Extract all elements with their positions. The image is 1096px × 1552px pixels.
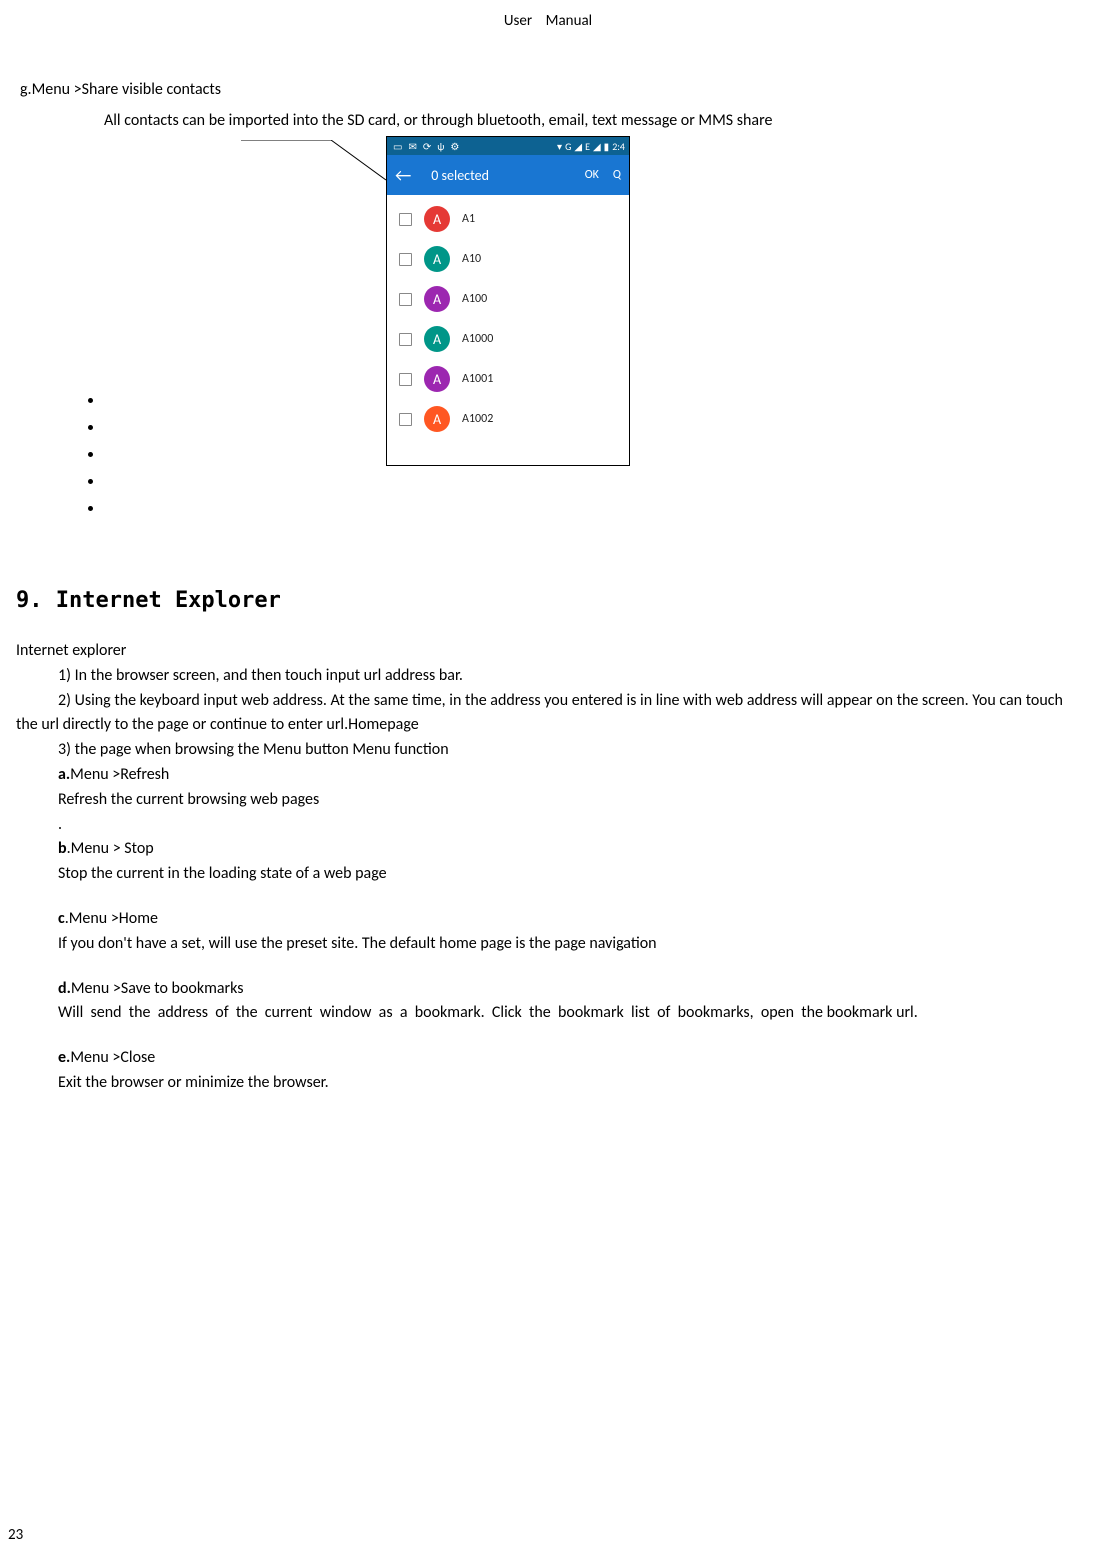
header-manual: Manual [546,12,592,30]
list-item[interactable]: A A10 [387,239,629,279]
app-bar: ← 0 selected OK Q [387,155,629,195]
page-number: 23 [8,1526,23,1544]
contact-name: A1002 [462,412,493,426]
usb-icon: ψ [437,140,444,153]
checkbox[interactable] [399,373,412,386]
net-g: G [565,140,571,153]
avatar: A [424,246,450,272]
contact-name: A10 [462,252,481,266]
list-item[interactable]: A A1 [387,199,629,239]
checkbox[interactable] [399,253,412,266]
bullet-item [104,499,1080,518]
search-icon[interactable]: Q [613,168,621,182]
checkbox[interactable] [399,293,412,306]
checkbox[interactable] [399,333,412,346]
item-e-desc: Exit the browser or minimize the browser… [58,1071,1080,1096]
step-2: 2) Using the keyboard input web address.… [16,689,1080,739]
item-b-desc: Stop the current in the loading state of… [58,862,1080,887]
dot: . [58,813,1080,838]
avatar: A [424,206,450,232]
battery-icon: ▮ [604,140,610,153]
avatar: A [424,406,450,432]
net-e: E [585,140,590,153]
step-1: 1) In the browser screen, and then touch… [58,664,1080,689]
bug-icon: ⚙ [450,140,459,153]
contact-name: A100 [462,292,487,306]
section-g-title: g.Menu >Share visible contacts [20,80,1080,99]
step-3: 3) the page when browsing the Menu butto… [58,738,1080,763]
avatar: A [424,326,450,352]
status-icon: ✉ [408,140,416,153]
item-e-title: e.Menu >Close [58,1046,1080,1071]
ok-button[interactable]: OK [585,168,599,182]
back-icon[interactable]: ← [395,164,411,186]
signal-icon: ◢ [593,140,601,153]
signal-icon: ◢ [574,140,582,153]
item-a-desc: Refresh the current browsing web pages [58,788,1080,813]
phone-screenshot: ▭ ✉ ⟳ ψ ⚙ ▾ G ◢ E ◢ ▮ 2:4 [386,136,630,466]
header-user: User [504,12,532,30]
avatar: A [424,366,450,392]
item-c-title: c.Menu >Home [58,907,1080,932]
item-d-desc: Will send the address of the current win… [16,1001,1080,1026]
wifi-icon: ▾ [557,140,562,153]
contact-name: A1000 [462,332,493,346]
status-bar: ▭ ✉ ⟳ ψ ⚙ ▾ G ◢ E ◢ ▮ 2:4 [387,137,629,155]
status-time: 2:4 [612,140,625,153]
checkbox[interactable] [399,213,412,226]
avatar: A [424,286,450,312]
subtitle: Internet explorer [16,639,1080,664]
item-c-desc: If you don't have a set, will use the pr… [58,932,1080,957]
item-d-title: d.Menu >Save to bookmarks [58,977,1080,1002]
contact-list: A A1 A A10 A A100 A [387,195,629,443]
contact-name: A1 [462,212,475,226]
list-item[interactable]: A A1000 [387,319,629,359]
list-item[interactable]: A A1001 [387,359,629,399]
section-g-desc: All contacts can be imported into the SD… [104,111,1080,130]
callout-line [241,140,391,190]
list-item[interactable]: A A100 [387,279,629,319]
item-a-title: a.Menu >Refresh [58,763,1080,788]
sync-icon: ⟳ [423,140,431,153]
section-9-heading: 9. Internet Explorer [16,588,1080,613]
contact-name: A1001 [462,372,493,386]
checkbox[interactable] [399,413,412,426]
app-bar-title: 0 selected [431,167,489,184]
item-b-title: b.Menu > Stop [58,837,1080,862]
page-header: User Manual [8,12,1088,30]
status-icon: ▭ [393,140,402,153]
list-item[interactable]: A A1002 [387,399,629,439]
